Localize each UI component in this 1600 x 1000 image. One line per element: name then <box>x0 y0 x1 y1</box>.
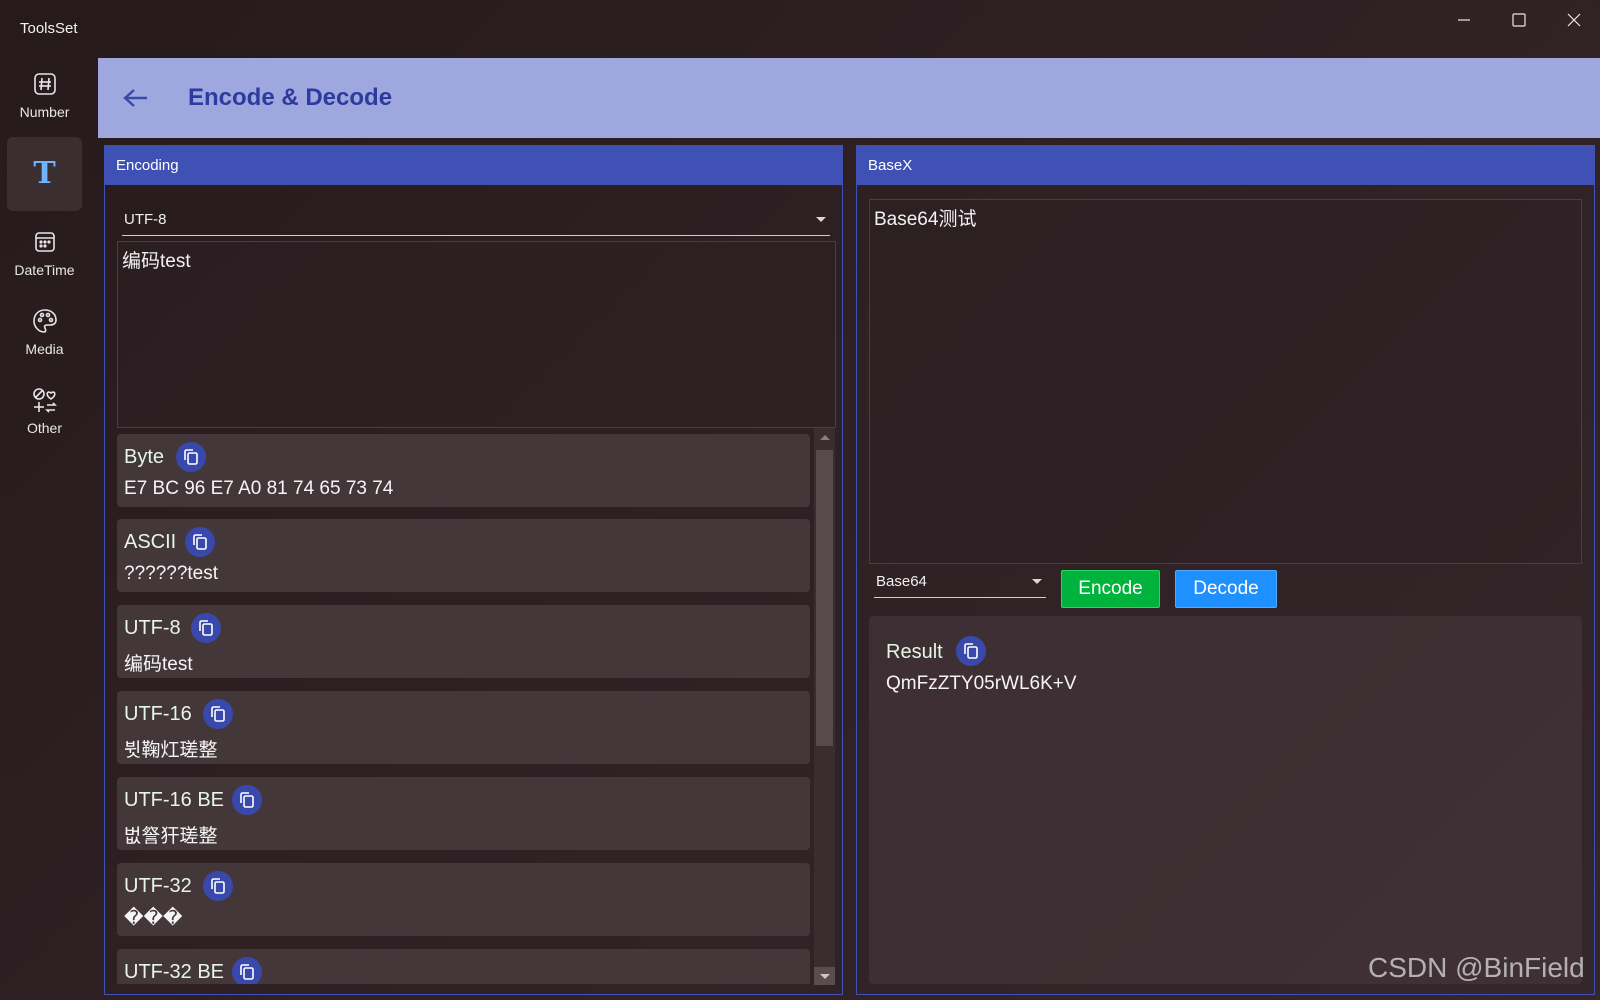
copy-result-button[interactable] <box>956 636 986 666</box>
encoding-select[interactable]: UTF-8 <box>122 204 830 236</box>
app-title: ToolsSet <box>20 20 78 37</box>
copy-icon <box>193 534 207 550</box>
result-title: Result <box>886 641 943 663</box>
sidebar-item-label: Media <box>25 341 64 357</box>
result-card-title: UTF-32 <box>124 875 192 897</box>
copy-icon <box>211 706 225 722</box>
palette-icon <box>31 307 59 335</box>
page-title: Encode & Decode <box>188 84 393 111</box>
result-value: QmFzZTY05rWL6K+V <box>886 673 1077 694</box>
result-card-title: ASCII <box>124 531 177 553</box>
result-card-utf8: UTF-8 编码test <box>117 605 810 678</box>
sidebar-item-label: DateTime <box>14 262 75 278</box>
sidebar-item-other[interactable]: Other <box>7 374 82 448</box>
sidebar-item-label: Other <box>26 420 62 436</box>
sidebar-nav: Number T DateTime Media Other <box>0 58 88 1000</box>
copy-utf16-be-button[interactable] <box>232 785 262 815</box>
encoding-panel-header: Encoding <box>105 146 842 185</box>
result-card-title: UTF-16 <box>124 703 192 725</box>
page-header: Encode & Decode <box>98 58 1600 138</box>
maximize-icon <box>1511 13 1526 27</box>
result-card-title: UTF-32 BE <box>124 961 225 983</box>
result-card-value: 벖詧犴瑳整 <box>124 826 218 847</box>
sidebar-item-text[interactable]: T <box>7 137 82 211</box>
result-card-utf32: UTF-32 ��� <box>117 863 810 936</box>
result-card-utf32-be: UTF-32 BE <box>117 949 810 984</box>
copy-utf32-button[interactable] <box>203 871 233 901</box>
sidebar-item-media[interactable]: Media <box>7 295 82 369</box>
basex-input[interactable] <box>869 199 1582 564</box>
chevron-down-icon <box>1032 579 1042 584</box>
sidebar-item-datetime[interactable]: DateTime <box>7 216 82 290</box>
copy-utf32-be-button[interactable] <box>232 957 262 984</box>
result-card-utf16-be: UTF-16 BE 벖詧犴瑳整 <box>117 777 810 850</box>
scroll-thumb[interactable] <box>816 450 833 746</box>
decode-button[interactable]: Decode <box>1175 570 1277 608</box>
back-button[interactable] <box>120 82 152 114</box>
chevron-down-icon <box>816 217 826 222</box>
hash-icon <box>31 70 59 98</box>
minimize-button[interactable] <box>1436 0 1491 40</box>
basex-panel: BaseX Base64 Encode Decode Result QmFzZT… <box>856 145 1595 995</box>
sidebar-item-label: Number <box>19 104 70 120</box>
result-card-title: UTF-8 <box>124 617 181 639</box>
result-card-title: UTF-16 BE <box>124 789 225 811</box>
close-button[interactable] <box>1546 0 1600 40</box>
result-card-ascii: ASCII ??????test <box>117 519 810 592</box>
basex-result-panel: Result QmFzZTY05rWL6K+V <box>869 616 1582 984</box>
copy-ascii-button[interactable] <box>185 527 215 557</box>
result-card-value: ??????test <box>124 563 219 584</box>
result-card-value: 뷧鞠灴瑳整 <box>124 740 218 761</box>
base-select[interactable]: Base64 <box>874 566 1046 598</box>
copy-icon <box>240 964 254 980</box>
result-card-title: Byte <box>124 446 165 468</box>
copy-icon <box>184 449 198 465</box>
chevron-down-icon <box>819 973 830 979</box>
encode-button[interactable]: Encode <box>1061 570 1160 608</box>
copy-utf16-button[interactable] <box>203 699 233 729</box>
result-card-value: ��� <box>124 908 183 929</box>
encoding-input[interactable] <box>117 241 836 428</box>
encoding-result-list: Byte E7 BC 96 E7 A0 81 74 65 73 74 ASCII… <box>117 434 817 984</box>
base-select-value: Base64 <box>876 573 927 590</box>
text-icon: T <box>33 156 56 191</box>
shapes-icon <box>31 386 59 414</box>
copy-icon <box>211 878 225 894</box>
result-card-byte: Byte E7 BC 96 E7 A0 81 74 65 73 74 <box>117 434 810 507</box>
maximize-button[interactable] <box>1491 0 1546 40</box>
sidebar-item-number[interactable]: Number <box>7 58 82 132</box>
close-icon <box>1567 13 1580 27</box>
result-card-value: E7 BC 96 E7 A0 81 74 65 73 74 <box>124 478 394 499</box>
minimize-icon <box>1457 19 1470 21</box>
copy-icon <box>199 620 213 636</box>
scroll-down-button[interactable] <box>814 967 835 985</box>
copy-utf8-button[interactable] <box>191 613 221 643</box>
back-arrow-icon <box>123 89 147 107</box>
encoding-select-value: UTF-8 <box>124 211 167 228</box>
chevron-up-icon <box>819 434 830 440</box>
watermark: CSDN @BinField <box>1368 952 1585 983</box>
result-card-value: 编码test <box>124 654 193 675</box>
calendar-icon <box>31 228 59 256</box>
encoding-panel: Encoding UTF-8 Byte E7 BC 96 E7 A0 81 74… <box>104 145 843 995</box>
copy-icon <box>964 643 978 659</box>
title-bar: ToolsSet <box>0 0 1600 58</box>
result-card-utf16: UTF-16 뷧鞠灴瑳整 <box>117 691 810 764</box>
basex-panel-header: BaseX <box>857 146 1594 185</box>
copy-byte-button[interactable] <box>176 442 206 472</box>
result-list-scrollbar[interactable] <box>814 428 835 985</box>
copy-icon <box>240 792 254 808</box>
scroll-up-button[interactable] <box>814 428 835 446</box>
